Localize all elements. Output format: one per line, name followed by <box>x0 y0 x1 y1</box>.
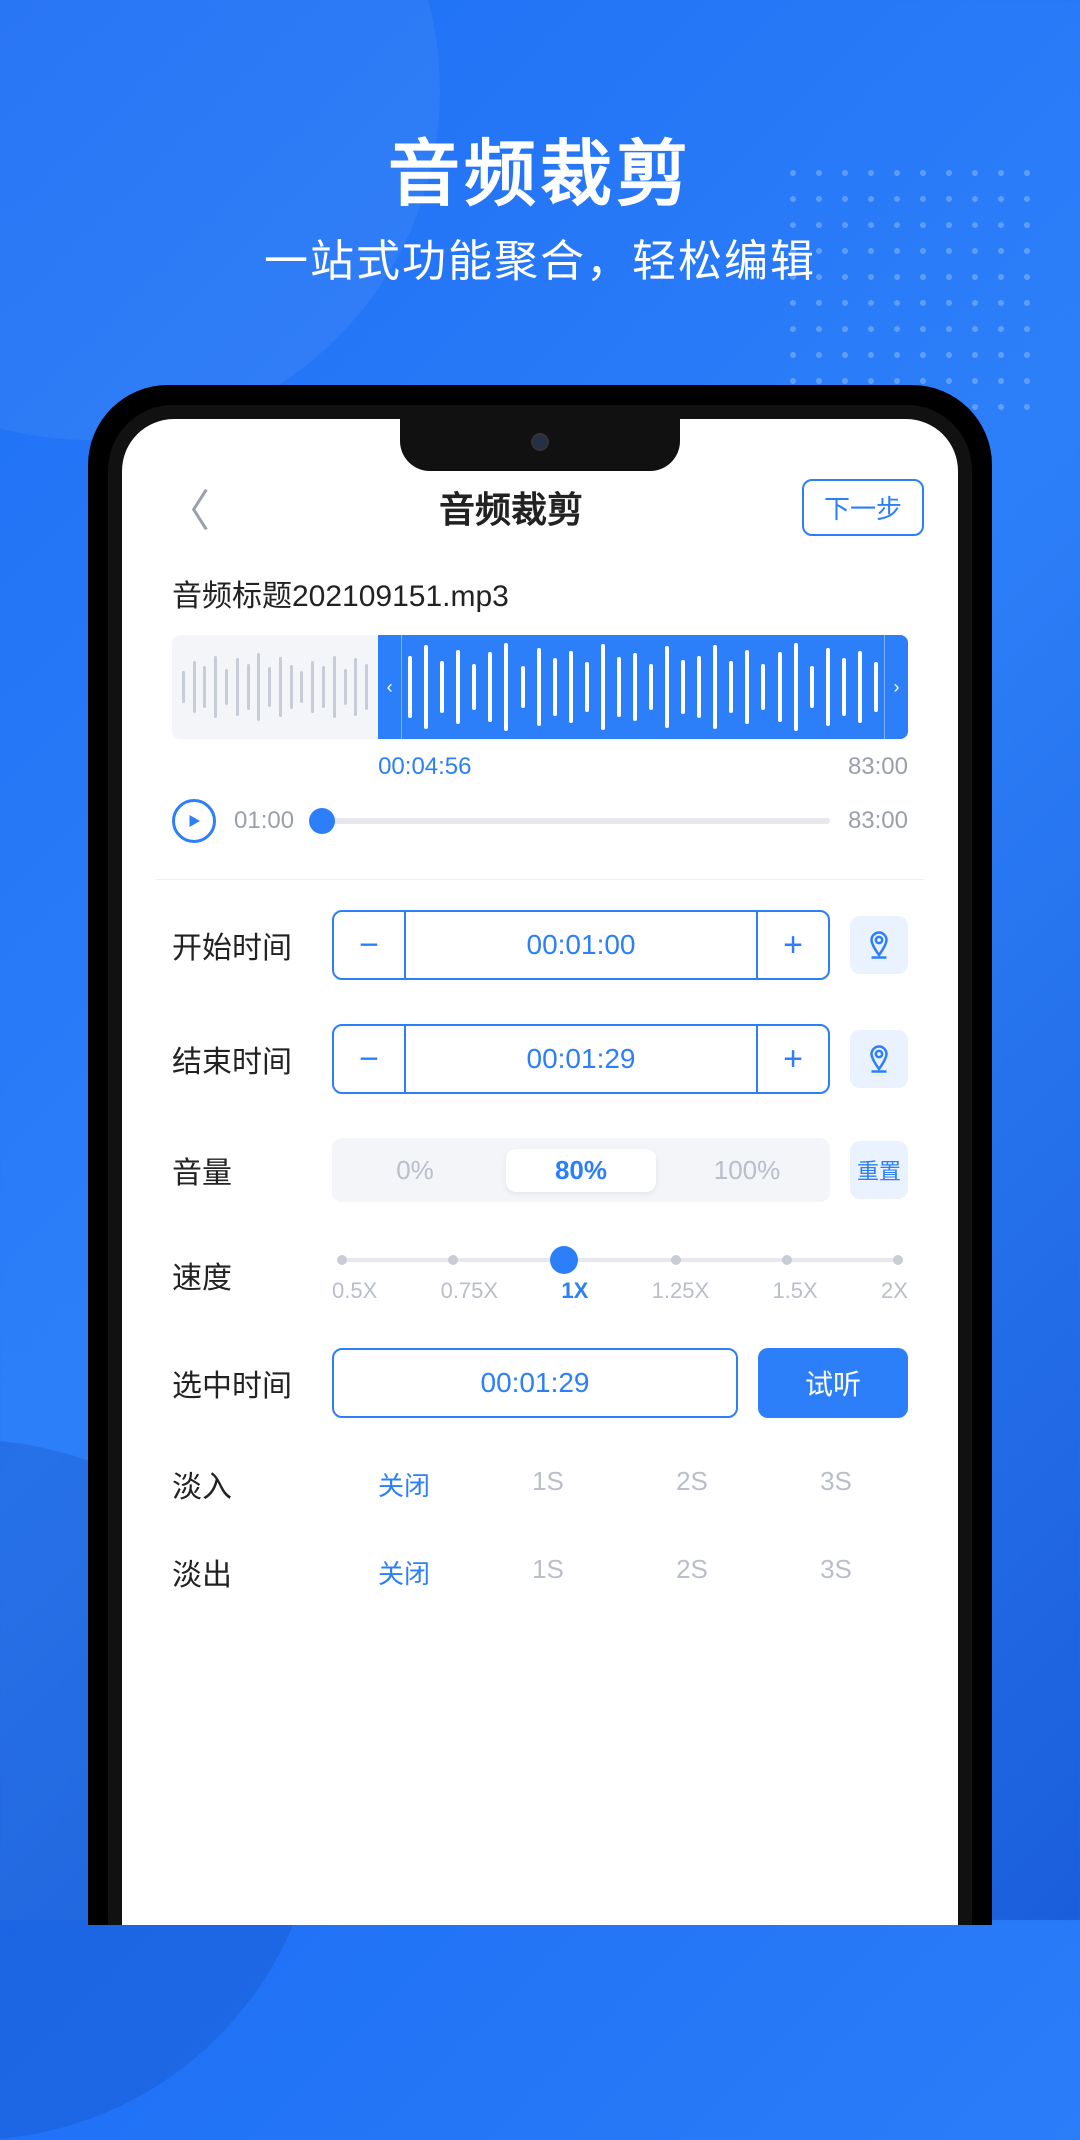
volume-option-0[interactable]: 0% <box>332 1155 498 1186</box>
speed-label: 速度 <box>172 1253 312 1297</box>
fade-in-option[interactable]: 3S <box>764 1466 908 1503</box>
playback-total: 83:00 <box>848 807 908 835</box>
speed-opt[interactable]: 1.25X <box>652 1278 710 1304</box>
trim-handle-right[interactable]: › <box>884 635 908 739</box>
start-time-value[interactable]: 00:01:00 <box>406 912 756 978</box>
end-time-pin-button[interactable] <box>850 1030 908 1088</box>
start-time-stepper: − 00:01:00 + <box>332 910 830 980</box>
fade-in-option[interactable]: 1S <box>476 1466 620 1503</box>
slider-thumb[interactable] <box>309 808 335 834</box>
file-title: 音频标题202109151.mp3 <box>172 571 924 615</box>
bg-decor <box>0 0 440 440</box>
start-time-minus-button[interactable]: − <box>334 912 404 978</box>
speed-opt[interactable]: 1.5X <box>772 1278 817 1304</box>
fade-in-option[interactable]: 2S <box>620 1466 764 1503</box>
start-time-pin-button[interactable] <box>850 916 908 974</box>
fade-in-label: 淡入 <box>172 1462 312 1506</box>
waveform[interactable]: ‹ › <box>172 635 908 739</box>
back-button[interactable]: 〈 <box>156 475 220 539</box>
volume-label: 音量 <box>172 1148 312 1192</box>
fade-out-option[interactable]: 1S <box>476 1554 620 1591</box>
play-button[interactable] <box>172 799 216 843</box>
preview-button[interactable]: 试听 <box>758 1348 908 1418</box>
phone-notch <box>400 419 680 471</box>
pin-icon <box>864 1044 894 1074</box>
fade-out-option[interactable]: 3S <box>764 1554 908 1591</box>
next-button[interactable]: 下一步 <box>802 479 924 536</box>
fade-out-option[interactable]: 关闭 <box>332 1554 476 1591</box>
volume-option-100[interactable]: 100% <box>664 1155 830 1186</box>
playback-current: 01:00 <box>234 807 294 835</box>
waveform-selected[interactable]: ‹ › <box>378 635 908 739</box>
speed-slider[interactable] <box>342 1258 898 1262</box>
end-time-minus-button[interactable]: − <box>334 1026 404 1092</box>
playback-slider[interactable] <box>312 818 830 824</box>
speed-thumb[interactable] <box>550 1246 578 1274</box>
total-time-text: 83:00 <box>848 753 908 781</box>
speed-opt[interactable]: 0.75X <box>441 1278 499 1304</box>
fade-out-option[interactable]: 2S <box>620 1554 764 1591</box>
speed-opt[interactable]: 0.5X <box>332 1278 377 1304</box>
speed-opt[interactable]: 1X <box>561 1278 588 1304</box>
phone-frame: 〈 音频裁剪 下一步 音频标题202109151.mp3 ‹ › 00:04:5… <box>88 385 992 1925</box>
play-icon <box>185 812 203 830</box>
pin-icon <box>864 930 894 960</box>
fade-in-option[interactable]: 关闭 <box>332 1466 476 1503</box>
end-time-value[interactable]: 00:01:29 <box>406 1026 756 1092</box>
waveform-unselected <box>172 635 378 739</box>
hero-title: 音频裁剪 <box>0 115 1080 220</box>
divider <box>156 879 924 880</box>
selected-time-value[interactable]: 00:01:29 <box>332 1348 738 1418</box>
trim-handle-left[interactable]: ‹ <box>378 635 402 739</box>
volume-reset-button[interactable]: 重置 <box>850 1141 908 1199</box>
end-time-plus-button[interactable]: + <box>758 1026 828 1092</box>
fade-out-label: 淡出 <box>172 1550 312 1594</box>
end-time-label: 结束时间 <box>172 1037 312 1081</box>
selected-time-label: 选中时间 <box>172 1361 312 1405</box>
start-time-label: 开始时间 <box>172 923 312 967</box>
selection-time-text: 00:04:56 <box>378 753 471 781</box>
page-title: 音频裁剪 <box>439 481 583 533</box>
hero-subtitle: 一站式功能聚合，轻松编辑 <box>0 225 1080 289</box>
speed-opt[interactable]: 2X <box>881 1278 908 1304</box>
start-time-plus-button[interactable]: + <box>758 912 828 978</box>
volume-option-80[interactable]: 80% <box>498 1155 664 1186</box>
end-time-stepper: − 00:01:29 + <box>332 1024 830 1094</box>
volume-segment: 0% 80% 100% <box>332 1138 830 1202</box>
